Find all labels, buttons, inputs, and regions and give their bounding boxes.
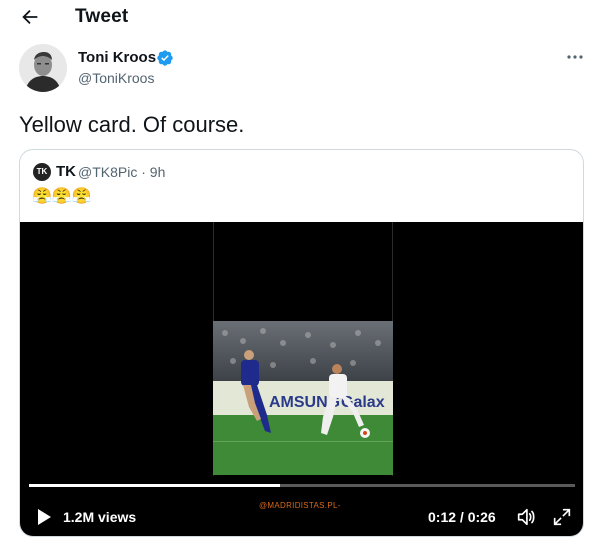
progress-bar[interactable] (29, 484, 575, 487)
quote-avatar[interactable]: TK (33, 163, 51, 181)
author-handle[interactable]: @ToniKroos (78, 70, 154, 86)
expand-icon[interactable] (551, 506, 573, 528)
video-frame: AMSUNG Galax (213, 321, 393, 475)
tweet-text: Yellow card. Of course. (19, 112, 245, 137)
avatar[interactable] (19, 44, 67, 92)
quote-text: 😤😤😤 (32, 188, 92, 205)
ellipsis-icon[interactable] (564, 48, 586, 66)
volume-icon[interactable] (515, 506, 537, 528)
video-player[interactable]: AMSUNG Galax @MADRIDISTAS.PL- 1.2M views… (20, 222, 583, 536)
author-name[interactable]: Toni Kroos (78, 49, 156, 66)
arrow-left-icon[interactable] (19, 6, 41, 28)
quote-handle-time: @TK8Pic · 9h (78, 164, 166, 180)
view-count: 1.2M views (63, 509, 137, 525)
progress-fill (29, 484, 281, 487)
quote-author-name[interactable]: TK (56, 163, 76, 180)
video-time: 0:12 / 0:26 (428, 509, 496, 525)
video-watermark: @MADRIDISTAS.PL- (259, 501, 341, 510)
verified-badge-icon (157, 50, 173, 66)
page-title: Tweet (75, 6, 129, 27)
quoted-tweet[interactable]: TK TK @TK8Pic · 9h 😤😤😤 AMSUNG Galax @MAD… (19, 149, 584, 537)
play-icon[interactable] (36, 508, 52, 526)
tweet-header: Tweet (0, 0, 603, 36)
